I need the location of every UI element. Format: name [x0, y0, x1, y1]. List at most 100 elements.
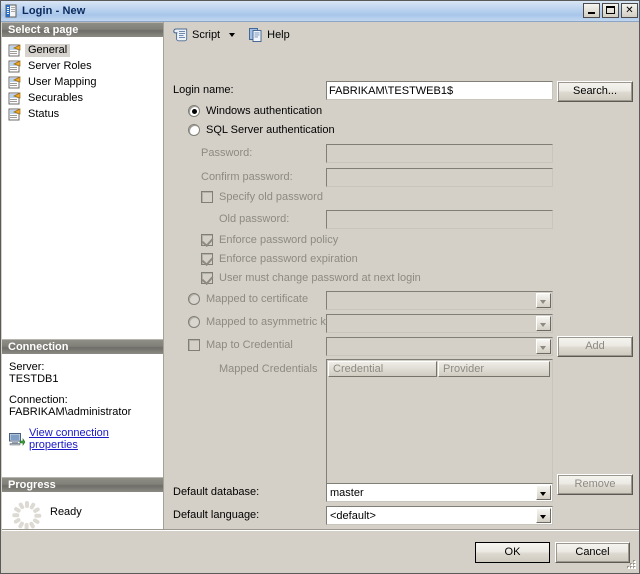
chevron-down-icon[interactable]: [536, 508, 551, 523]
script-button[interactable]: Script: [170, 25, 223, 45]
default-language-combo[interactable]: <default>: [326, 506, 553, 525]
confirm-password-label-row: Confirm password:: [201, 171, 293, 183]
mapped-credentials-list[interactable]: Credential Provider: [326, 359, 553, 495]
connection-info: Connection: FABRIKAM\administrator: [9, 394, 157, 418]
default-database-label: Default database:: [173, 486, 260, 498]
default-database-value: master: [330, 486, 364, 499]
default-language-label: Default language:: [173, 509, 260, 521]
sql-auth-radio[interactable]: [188, 124, 200, 136]
default-language-value: <default>: [330, 509, 376, 522]
progress-status: Ready: [50, 506, 82, 518]
sidebar-item-label: Server Roles: [28, 60, 92, 72]
login-name-input[interactable]: [326, 81, 553, 100]
enforce-policy-checkbox[interactable]: [201, 234, 213, 246]
spinner-icon: [12, 500, 42, 530]
sidebar-item-user-mapping[interactable]: User Mapping: [8, 75, 163, 90]
chevron-down-icon[interactable]: [536, 316, 551, 331]
main-pane: Script Help Login name: FABRIKAM\TESTWEB…: [166, 22, 639, 530]
script-icon: [173, 27, 188, 42]
password-label-row: Password:: [201, 147, 252, 159]
login-page-icon: [4, 4, 18, 18]
map-to-credential-label: Map to Credential: [206, 339, 293, 351]
windows-auth-radio[interactable]: [188, 105, 200, 117]
page-icon: [8, 108, 22, 121]
password-input[interactable]: [326, 144, 553, 163]
connection-body: Server: TESTDB1 Connection: FABRIKAM\adm…: [2, 354, 163, 467]
old-password-label: Old password:: [219, 213, 290, 225]
cancel-button[interactable]: Cancel: [555, 542, 630, 563]
column-header-credential[interactable]: Credential: [328, 361, 438, 377]
enforce-expiration-row[interactable]: Enforce password expiration: [201, 253, 358, 265]
connection-label: Connection:: [9, 394, 68, 406]
chevron-down-icon[interactable]: [536, 339, 551, 354]
mapped-asymmetric-key-combo[interactable]: [326, 314, 553, 333]
progress-header: Progress: [2, 477, 163, 492]
sidebar: Select a page General Server Roles User …: [2, 22, 163, 545]
enforce-policy-row[interactable]: Enforce password policy: [201, 234, 338, 246]
title-bar: Login - New ✕: [1, 1, 639, 22]
ok-button[interactable]: OK: [475, 542, 550, 563]
specify-old-password-label: Specify old password: [219, 191, 323, 203]
view-connection-properties-row[interactable]: View connection properties: [9, 427, 157, 451]
sidebar-item-label: General: [25, 44, 71, 57]
connection-header: Connection: [2, 339, 163, 354]
remove-credential-button[interactable]: Remove: [557, 474, 633, 495]
page-icon: [8, 44, 22, 57]
mapped-asymmetric-key-row[interactable]: Mapped to asymmetric key: [188, 316, 337, 328]
add-credential-button[interactable]: Add: [557, 336, 633, 357]
sidebar-item-securables[interactable]: Securables: [8, 91, 163, 106]
sidebar-item-status[interactable]: Status: [8, 107, 163, 122]
page-icon: [8, 92, 22, 105]
enforce-expiration-checkbox[interactable]: [201, 253, 213, 265]
maximize-button[interactable]: [602, 3, 619, 18]
maximize-icon: [606, 6, 615, 14]
map-to-credential-row[interactable]: Map to Credential: [188, 339, 293, 351]
old-password-input[interactable]: [326, 210, 553, 229]
chevron-down-icon[interactable]: [229, 32, 236, 37]
specify-old-password-checkbox[interactable]: [201, 191, 213, 203]
view-connection-properties-link[interactable]: View connection properties: [29, 427, 157, 451]
connection-value: FABRIKAM\administrator: [9, 406, 132, 418]
password-label: Password:: [201, 147, 253, 159]
search-button[interactable]: Search...: [557, 81, 633, 102]
page-list: General Server Roles User Mapping Secura…: [2, 41, 163, 122]
sql-auth-row[interactable]: SQL Server authentication: [188, 124, 335, 136]
chevron-down-icon[interactable]: [536, 485, 551, 500]
sidebar-item-label: User Mapping: [28, 76, 97, 88]
specify-old-password-row[interactable]: Specify old password: [201, 191, 323, 203]
mapped-credentials-label: Mapped Credentials: [219, 363, 318, 375]
must-change-password-row[interactable]: User must change password at next login: [201, 272, 421, 284]
login-new-dialog: Login - New ✕ Select a page General Serv…: [0, 0, 640, 574]
column-header-provider[interactable]: Provider: [438, 361, 550, 377]
mapped-certificate-combo[interactable]: [326, 291, 553, 310]
confirm-password-input[interactable]: [326, 168, 553, 187]
server-info: Server: TESTDB1: [9, 361, 157, 385]
close-button[interactable]: ✕: [621, 3, 638, 18]
sidebar-item-general[interactable]: General: [8, 43, 163, 58]
old-password-label-row: Old password:: [219, 213, 289, 225]
map-to-credential-checkbox[interactable]: [188, 339, 200, 351]
resize-grip[interactable]: [626, 559, 638, 571]
enforce-policy-label: Enforce password policy: [219, 234, 339, 246]
minimize-button[interactable]: [583, 3, 600, 18]
minimize-icon: [588, 12, 595, 14]
chevron-down-icon[interactable]: [536, 293, 551, 308]
mapped-certificate-radio[interactable]: [188, 293, 200, 305]
must-change-password-checkbox[interactable]: [201, 272, 213, 284]
script-label: Script: [192, 28, 221, 41]
mapped-asymmetric-key-label: Mapped to asymmetric key: [206, 316, 338, 328]
mapped-asymmetric-key-radio[interactable]: [188, 316, 200, 328]
help-button[interactable]: Help: [246, 25, 293, 45]
login-name-label-row: Login name:: [173, 84, 234, 96]
default-database-combo[interactable]: master: [326, 483, 553, 502]
help-icon: [249, 27, 263, 42]
windows-auth-row[interactable]: Windows authentication: [188, 105, 322, 117]
enforce-expiration-label: Enforce password expiration: [219, 253, 358, 265]
mapped-certificate-row[interactable]: Mapped to certificate: [188, 293, 308, 305]
sidebar-item-server-roles[interactable]: Server Roles: [8, 59, 163, 74]
mapped-credentials-header: Credential Provider: [327, 360, 552, 377]
confirm-password-label: Confirm password:: [201, 171, 293, 183]
sql-auth-label: SQL Server authentication: [206, 124, 335, 136]
map-to-credential-combo[interactable]: [326, 337, 553, 356]
server-label: Server:: [9, 361, 45, 373]
